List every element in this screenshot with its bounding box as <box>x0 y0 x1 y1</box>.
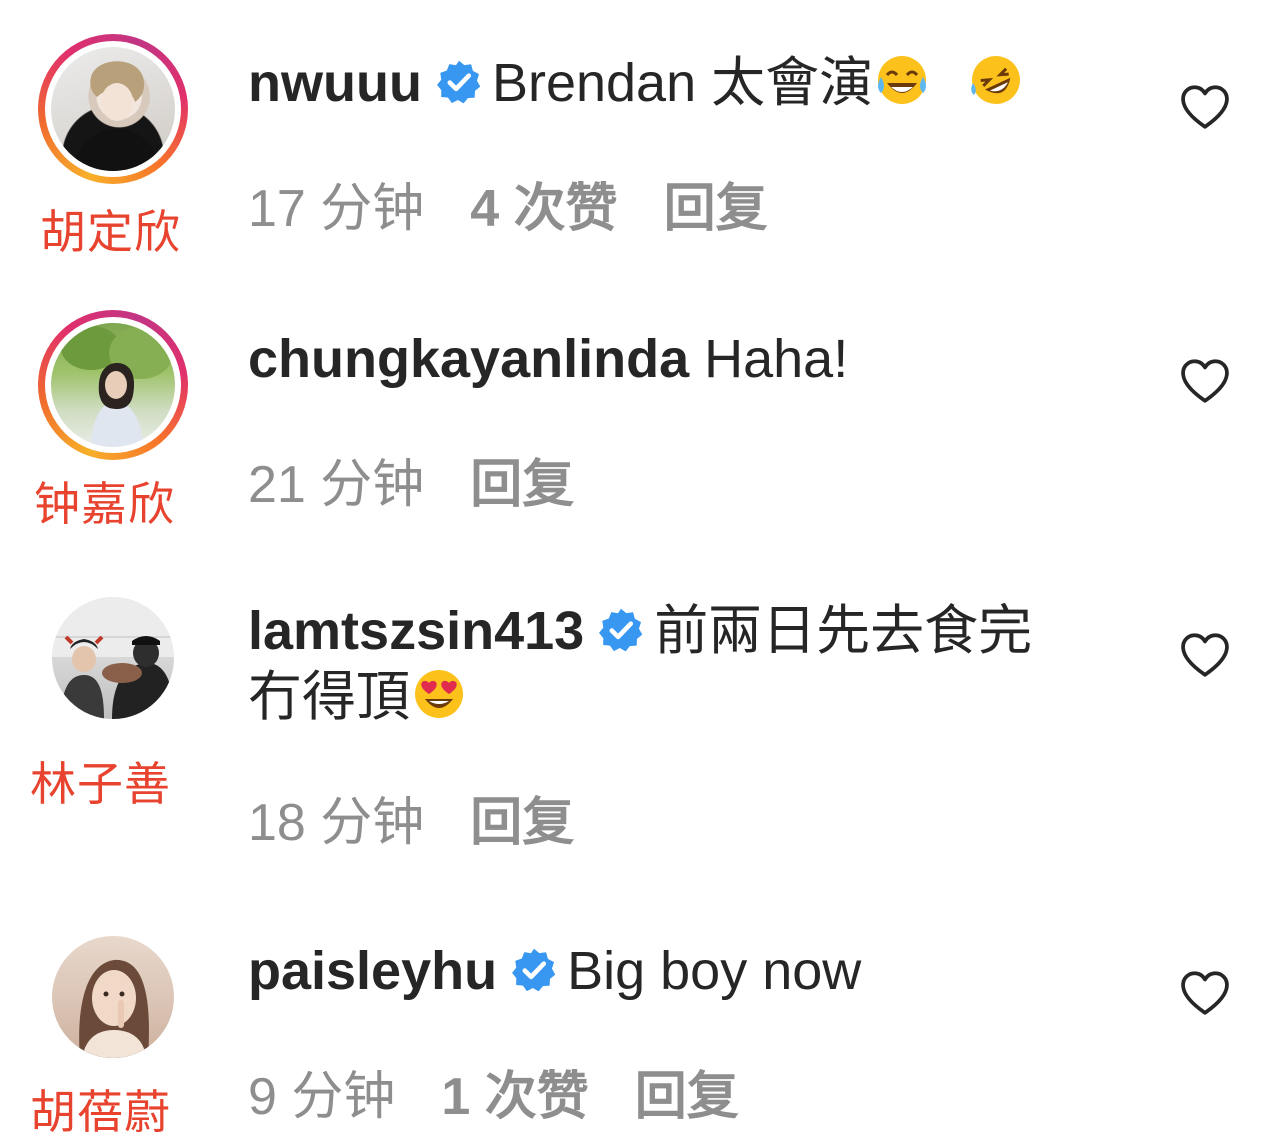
comment-text: Brendan 太會演 <box>491 53 874 113</box>
comment-time: 9 分钟 <box>248 1068 396 1126</box>
face-with-tears-of-joy-icon <box>878 56 927 104</box>
realname-label: 林子善 <box>30 757 171 811</box>
avatar-story-ring[interactable] <box>38 310 188 460</box>
realname-label: 钟嘉欣 <box>34 477 175 531</box>
username-link[interactable]: nwuuu <box>248 53 422 113</box>
like-heart-icon[interactable] <box>1180 970 1230 1016</box>
comment-time: 17 分钟 <box>248 180 425 238</box>
avatar[interactable] <box>52 936 174 1058</box>
username-link[interactable]: paisleyhu <box>248 941 497 1001</box>
comment-text: Big boy now <box>567 941 862 1001</box>
verified-badge-icon <box>436 59 482 105</box>
username-link[interactable]: lamtszsin413 <box>248 601 584 661</box>
avatar-story-ring[interactable] <box>38 34 188 184</box>
comment-text-line-2: 冇得頂 <box>248 667 410 727</box>
verified-badge-icon <box>598 607 644 653</box>
realname-label: 胡定欣 <box>40 205 181 259</box>
like-heart-icon[interactable] <box>1180 632 1230 678</box>
comment-meta: 17 分钟 4 次赞 回复 <box>248 166 814 241</box>
comment-time: 18 分钟 <box>248 794 425 852</box>
reply-button[interactable]: 回复 <box>664 180 768 238</box>
verified-badge-icon <box>511 947 557 993</box>
realname-label: 胡蓓蔚 <box>30 1085 171 1139</box>
comment-meta: 9 分钟 1 次赞 回复 <box>248 1054 785 1129</box>
like-heart-icon[interactable] <box>1180 358 1230 404</box>
comment-body: lamtszsin413 前兩日先去食完冇得頂 <box>248 598 1128 730</box>
comment-body: nwuuu Brendan 太會演 <box>248 50 1128 116</box>
comment-likes-count[interactable]: 1 次赞 <box>441 1068 588 1126</box>
comment-meta: 18 分钟 回复 <box>248 780 620 855</box>
comment-likes-count[interactable]: 4 次赞 <box>470 180 617 238</box>
reply-button[interactable]: 回复 <box>635 1068 739 1126</box>
reply-button[interactable]: 回复 <box>470 456 574 514</box>
smiling-face-with-heart-eyes-icon <box>415 670 463 718</box>
avatar <box>51 47 175 171</box>
comment-time: 21 分钟 <box>248 456 425 514</box>
comment-body: chungkayanlinda Haha! <box>248 326 1128 392</box>
rolling-on-floor-laughing-icon <box>971 56 1021 104</box>
avatar[interactable] <box>52 597 174 719</box>
comment-text: 前兩日先去食完 <box>654 601 1033 661</box>
like-heart-icon[interactable] <box>1180 84 1230 130</box>
username-link[interactable]: chungkayanlinda <box>248 329 689 389</box>
comment-text: Haha! <box>704 329 849 389</box>
avatar <box>51 323 175 447</box>
comment-meta: 21 分钟 回复 <box>248 442 620 517</box>
comment-body: paisleyhu Big boy now <box>248 938 1128 1004</box>
reply-button[interactable]: 回复 <box>470 794 574 852</box>
